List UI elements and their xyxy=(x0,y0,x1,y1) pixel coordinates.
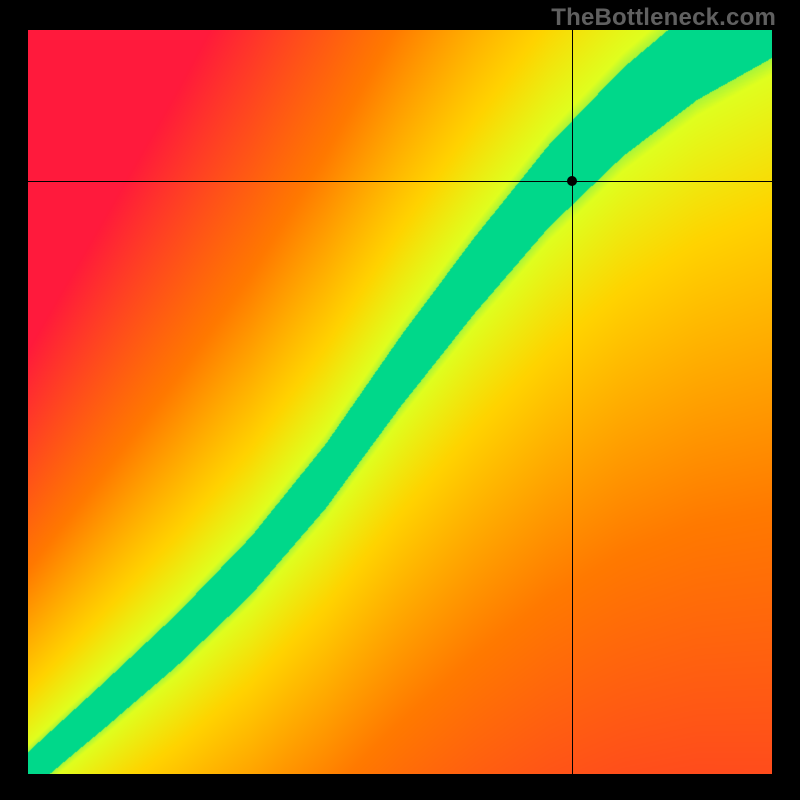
crosshair-horizontal xyxy=(28,181,772,182)
crosshair-marker xyxy=(567,176,577,186)
heatmap-plot xyxy=(28,30,772,774)
heatmap-canvas xyxy=(28,30,772,774)
crosshair-vertical xyxy=(572,30,573,774)
chart-container: TheBottleneck.com xyxy=(0,0,800,800)
attribution-text: TheBottleneck.com xyxy=(551,4,776,32)
